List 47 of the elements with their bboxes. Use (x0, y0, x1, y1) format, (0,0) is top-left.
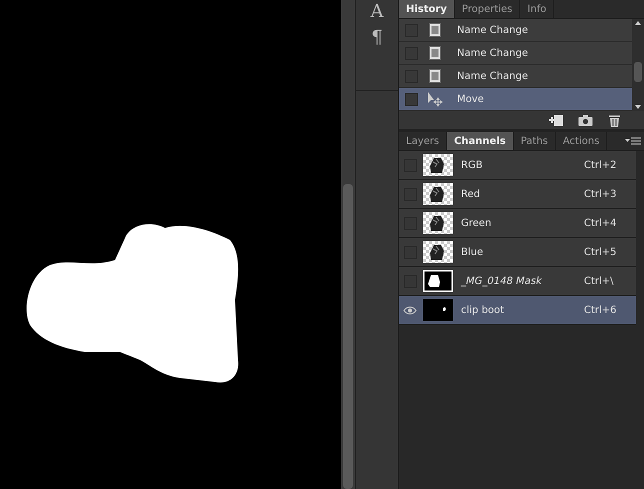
panel-tab[interactable]: Paths (514, 132, 556, 150)
panel-tab[interactable]: Actions (556, 132, 608, 150)
panel-tab[interactable]: History (399, 0, 455, 18)
document-icon (427, 68, 443, 84)
camera-icon[interactable] (578, 114, 593, 126)
channel-row[interactable]: clip boot Ctrl+6 (399, 296, 636, 325)
channel-name: clip boot (461, 304, 506, 316)
channel-row[interactable]: Green Ctrl+4 (399, 209, 636, 238)
document-icon (427, 22, 443, 38)
channel-row[interactable]: Red Ctrl+3 (399, 180, 636, 209)
panel-tab[interactable]: Properties (454, 0, 520, 18)
document-icon (427, 45, 443, 61)
channel-name: Green (461, 218, 492, 228)
channel-name: _MG_0148 Mask (461, 276, 543, 286)
channel-shortcut: Ctrl+5 (584, 246, 618, 258)
snapshot-checkbox[interactable] (405, 92, 418, 106)
channel-shortcut: Ctrl+\ (584, 276, 615, 286)
channel-shortcut: Ctrl+6 (584, 304, 618, 316)
history-step[interactable]: Move (399, 88, 632, 111)
channel-name: RGB (461, 160, 484, 170)
channel-name: Blue (461, 246, 484, 258)
channel-shortcut: Ctrl+3 (584, 188, 618, 200)
panel-tool-icon[interactable]: A (370, 2, 384, 22)
move-tool-icon (427, 91, 443, 107)
channel-thumbnail (423, 212, 453, 234)
panel-menu-icon[interactable] (625, 135, 641, 147)
mask-thumbnail (423, 270, 453, 292)
scrollbar-thumb[interactable] (343, 184, 353, 489)
scrollbar-thumb[interactable] (634, 62, 642, 82)
channel-thumbnail (423, 183, 453, 205)
scroll-up-icon[interactable] (635, 21, 641, 25)
channel-row[interactable]: RGB Ctrl+2 (399, 151, 636, 180)
channel-shortcut: Ctrl+4 (584, 218, 618, 228)
channel-name: Red (461, 188, 481, 200)
eye-icon[interactable] (403, 306, 417, 314)
scroll-down-icon[interactable] (635, 105, 641, 109)
mask-thumbnail (423, 299, 453, 321)
trash-icon[interactable] (607, 114, 622, 126)
channel-row[interactable]: Blue Ctrl+5 (399, 238, 636, 267)
channel-row[interactable]: _MG_0148 Mask Ctrl+\ (399, 267, 636, 296)
channel-thumbnail (423, 241, 453, 263)
channel-shortcut: Ctrl+2 (584, 160, 618, 170)
channel-thumbnail (423, 154, 453, 176)
panel-tool-icon[interactable]: ¶ (371, 28, 383, 48)
panel-tab[interactable]: Channels (447, 132, 514, 150)
panel-tab[interactable]: Info (520, 0, 554, 18)
new-document-icon[interactable] (549, 114, 564, 126)
